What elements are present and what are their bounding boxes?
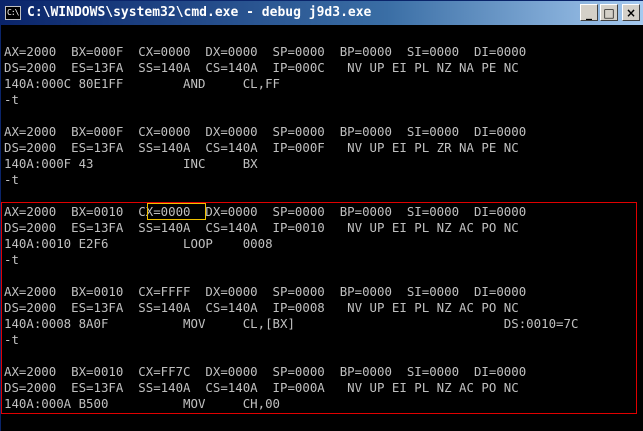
console-line: -t (4, 332, 19, 347)
cmd-icon-text: C:\ (7, 8, 19, 17)
console-line: 140A:000C 80E1FF AND CL,FF (4, 76, 281, 91)
console-output[interactable]: AX=2000 BX=000F CX=0000 DX=0000 SP=0000 … (1, 25, 643, 431)
console-line: AX=2000 BX=000F CX=0000 DX=0000 SP=0000 … (4, 124, 527, 139)
cmd-app-icon[interactable]: C:\ (5, 6, 21, 20)
console-line: AX=2000 BX=0010 CX=0000 DX=0000 SP=0000 … (4, 204, 527, 219)
window-controls: _ □ × (580, 4, 640, 21)
console-line: -t (4, 172, 19, 187)
minimize-button[interactable]: _ (580, 4, 598, 21)
console-line: DS=2000 ES=13FA SS=140A CS=140A IP=0010 … (4, 220, 519, 235)
close-button[interactable]: × (622, 4, 640, 21)
maximize-button[interactable]: □ (600, 4, 618, 21)
console-line: -t (4, 252, 19, 267)
title-bar[interactable]: C:\ C:\WINDOWS\system32\cmd.exe - debug … (1, 1, 643, 25)
console-line: DS=2000 ES=13FA SS=140A CS=140A IP=000A … (4, 380, 519, 395)
console-line: AX=2000 BX=0010 CX=FF7C DX=0000 SP=0000 … (4, 364, 527, 379)
console-line: 140A:000F 43 INC BX (4, 156, 258, 171)
console-line: -t (4, 92, 19, 107)
console-line: DS=2000 ES=13FA SS=140A CS=140A IP=000C … (4, 60, 519, 75)
console-line: AX=2000 BX=000F CX=0000 DX=0000 SP=0000 … (4, 44, 527, 59)
cmd-window: C:\ C:\WINDOWS\system32\cmd.exe - debug … (0, 0, 643, 431)
console-line: DS=2000 ES=13FA SS=140A CS=140A IP=0008 … (4, 300, 519, 315)
console-line: DS=2000 ES=13FA SS=140A CS=140A IP=000F … (4, 140, 519, 155)
window-title: C:\WINDOWS\system32\cmd.exe - debug j9d3… (27, 5, 372, 20)
console-line: 140A:0010 E2F6 LOOP 0008 (4, 236, 273, 251)
console-line: 140A:000A B500 MOV CH,00 (4, 396, 281, 411)
console-line: 140A:0008 8A0F MOV CL,[BX] DS:0010=7C (4, 316, 579, 331)
console-line: AX=2000 BX=0010 CX=FFFF DX=0000 SP=0000 … (4, 284, 527, 299)
